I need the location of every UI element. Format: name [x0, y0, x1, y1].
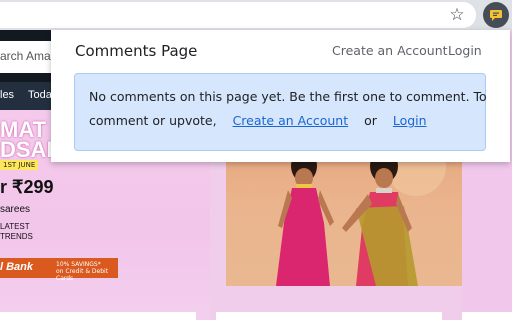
bank-offer-line-2: on Credit & Debit Cards	[56, 268, 109, 282]
notice-prefix: comment or upvote,	[89, 113, 217, 128]
bank-name: l Bank	[0, 261, 34, 273]
browser-toolbar: ☆	[0, 0, 512, 30]
screen: ☆ arch Ama les Toda MAT DSAL 1ST JUNE r …	[0, 0, 512, 320]
bank-offer-line-1: 10% SAVINGS*	[56, 261, 101, 268]
nav-item-today[interactable]: Toda	[28, 89, 52, 101]
notice-or: or	[364, 113, 377, 128]
product-card[interactable]	[216, 312, 442, 320]
nav-item-sales[interactable]: les	[0, 89, 14, 101]
notice-create-account-link[interactable]: Create an Account	[233, 113, 349, 128]
comment-bubble-icon	[490, 10, 502, 21]
trend-text: LATEST TRENDS	[0, 222, 33, 242]
sale-price: r ₹299	[0, 177, 54, 197]
notice-login-link[interactable]: Login	[393, 113, 427, 128]
notice-text: No comments on this page yet. Be the fir…	[89, 89, 487, 104]
address-bar[interactable]	[0, 2, 476, 28]
product-photo[interactable]	[226, 148, 462, 286]
trend-line-2: TRENDS	[0, 232, 33, 241]
comments-popup: Comments Page Create an Account Login No…	[51, 30, 510, 162]
models-illustration	[276, 148, 446, 286]
login-link[interactable]: Login	[448, 43, 482, 58]
search-placeholder: arch Ama	[0, 49, 51, 63]
comments-extension-button[interactable]	[483, 2, 509, 28]
bank-offer-strip: l Bank 10% SAVINGS* on Credit & Debit Ca…	[0, 258, 118, 282]
trend-line-1: LATEST	[0, 222, 30, 231]
create-account-link[interactable]: Create an Account	[332, 43, 448, 58]
sale-date-tag: 1ST JUNE	[0, 160, 39, 170]
notice-text-line-2: comment or upvote, Create an Account or …	[89, 113, 427, 128]
bookmark-star-icon[interactable]: ☆	[448, 6, 466, 24]
no-comments-notice: No comments on this page yet. Be the fir…	[74, 73, 487, 151]
bank-offer: 10% SAVINGS* on Credit & Debit Cards	[56, 261, 118, 282]
product-label: sarees	[0, 204, 31, 215]
product-card[interactable]	[462, 312, 512, 320]
popup-title: Comments Page	[75, 42, 198, 60]
product-card[interactable]	[0, 312, 196, 320]
